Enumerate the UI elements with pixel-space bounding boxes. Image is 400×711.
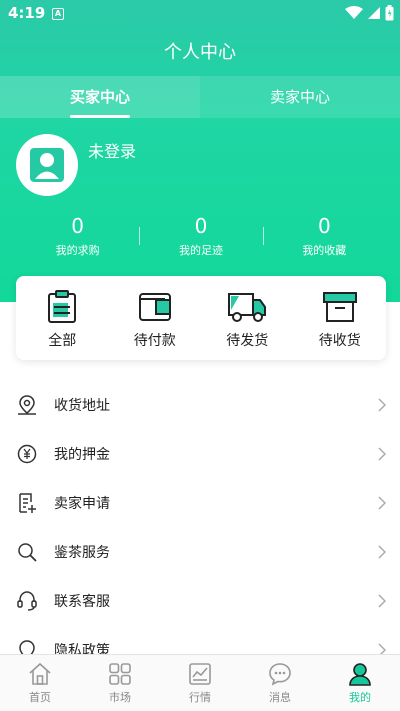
menu-label: 卖家申请 (54, 495, 110, 512)
home-icon (29, 662, 51, 685)
stat-wanted[interactable]: 0 我的求购 (16, 212, 139, 268)
login-status[interactable]: 未登录 (88, 138, 136, 162)
menu-item-tea-appraisal[interactable]: 鉴茶服务 (0, 527, 400, 576)
avatar[interactable] (16, 134, 78, 196)
nav-label: 我的 (349, 691, 371, 704)
menu-label: 我的押金 (54, 446, 110, 463)
box-icon (322, 292, 357, 322)
nav-label: 消息 (269, 691, 291, 704)
stat-label: 我的收藏 (302, 244, 347, 257)
menu-item-seller-apply[interactable]: 卖家申请 (0, 478, 400, 527)
grid-icon (109, 663, 131, 685)
location-pin-icon (18, 394, 36, 415)
chevron-right-icon (378, 593, 386, 608)
nav-quotes[interactable]: 行情 (160, 655, 240, 711)
nav-label: 首页 (29, 691, 51, 704)
chevron-right-icon (378, 446, 386, 461)
nav-home[interactable]: 首页 (0, 655, 80, 711)
menu-label: 联系客服 (54, 593, 110, 610)
status-time: 4:19 (8, 4, 46, 22)
nav-label: 市场 (109, 691, 131, 704)
truck-icon (228, 293, 267, 322)
clipboard-icon (48, 290, 77, 323)
menu-item-address[interactable]: 收货地址 (0, 380, 400, 429)
bottom-nav: 首页 市场 行情 消息 我的 (0, 654, 400, 711)
document-add-icon (19, 492, 36, 513)
default-avatar-icon (30, 148, 64, 182)
chevron-right-icon (378, 544, 386, 559)
order-card: 全部 待付款 待发货 待收货 (16, 276, 386, 360)
yuan-coin-icon (17, 444, 37, 463)
chat-icon (269, 663, 291, 686)
order-label: 待付款 (133, 333, 176, 349)
menu-list: 收货地址 我的押金 卖家申请 鉴茶服务 联系客服 隐私政策 (0, 380, 400, 674)
order-pending-receipt-button[interactable]: 待收货 (294, 276, 387, 360)
user-icon (349, 663, 371, 686)
order-all-button[interactable]: 全部 (16, 276, 109, 360)
order-label: 待发货 (226, 333, 269, 349)
chevron-right-icon (378, 397, 386, 412)
order-pending-payment-button[interactable]: 待付款 (109, 276, 202, 360)
nav-mine[interactable]: 我的 (320, 655, 400, 711)
stat-value: 0 (194, 214, 208, 238)
page-title: 个人中心 (164, 42, 236, 63)
wallet-icon (138, 293, 171, 321)
stats-row: 0 我的求购 0 我的足迹 0 我的收藏 (16, 212, 386, 268)
nav-market[interactable]: 市场 (80, 655, 160, 711)
stat-footprint[interactable]: 0 我的足迹 (139, 212, 262, 268)
tab-buyer-center[interactable]: 买家中心 (0, 76, 200, 118)
menu-item-deposit[interactable]: 我的押金 (0, 429, 400, 478)
stat-label: 我的求购 (55, 244, 100, 257)
order-pending-shipment-button[interactable]: 待发货 (201, 276, 294, 360)
battery-icon (385, 5, 394, 21)
signal-icon (368, 7, 380, 19)
stat-favorites[interactable]: 0 我的收藏 (262, 212, 386, 268)
menu-label: 收货地址 (54, 397, 110, 414)
tab-seller-center[interactable]: 卖家中心 (200, 76, 400, 118)
tab-bar: 买家中心 卖家中心 (0, 76, 400, 118)
stat-value: 0 (317, 214, 331, 238)
stat-value: 0 (71, 214, 85, 238)
chart-icon (189, 663, 211, 685)
notification-icon: A (52, 8, 64, 20)
status-bar: 4:19 A (0, 0, 400, 28)
nav-label: 行情 (189, 691, 211, 704)
headset-icon (17, 590, 37, 611)
stat-label: 我的足迹 (178, 244, 223, 257)
order-label: 待收货 (318, 333, 361, 349)
status-icons (345, 5, 394, 21)
nav-messages[interactable]: 消息 (240, 655, 320, 711)
order-label: 全部 (48, 333, 77, 349)
search-icon (18, 542, 37, 562)
menu-label: 鉴茶服务 (54, 544, 110, 561)
chevron-right-icon (378, 495, 386, 510)
menu-item-customer-service[interactable]: 联系客服 (0, 576, 400, 625)
wifi-icon (345, 6, 363, 19)
